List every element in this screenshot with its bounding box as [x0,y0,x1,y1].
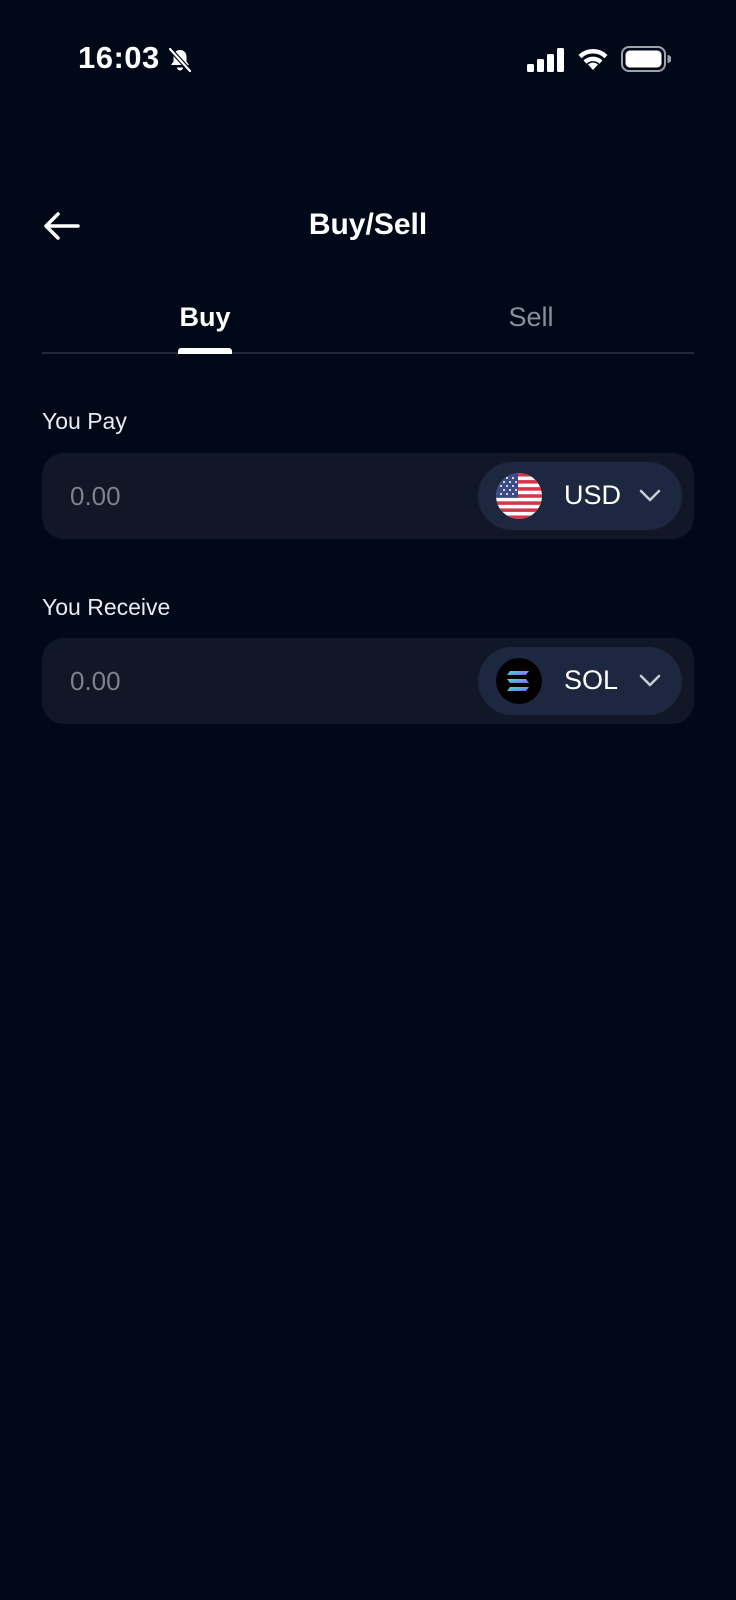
receive-amount-input[interactable] [70,660,450,702]
page-title: Buy/Sell [308,208,428,241]
us-flag-icon [496,473,542,519]
wifi-icon [578,48,608,70]
pay-currency-select[interactable]: USD [478,462,682,530]
pay-label: You Pay [42,408,127,434]
bell-off-icon [168,47,192,73]
pay-currency-code: USD [564,480,622,510]
buy-sell-tabs: Buy Sell [42,290,694,354]
tab-buy[interactable]: Buy [42,302,368,333]
pay-field: USD [42,453,694,539]
chevron-down-icon [639,674,661,687]
receive-field: SOL [42,638,694,724]
pay-amount-input[interactable] [70,475,450,517]
active-tab-indicator [178,348,232,354]
receive-currency-code: SOL [564,665,619,695]
battery-icon [621,46,671,72]
receive-currency-select[interactable]: SOL [478,647,682,715]
solana-icon [496,658,542,704]
status-time: 16:03 [78,40,160,75]
tab-sell[interactable]: Sell [368,302,694,333]
cellular-signal-icon [527,48,564,72]
receive-label: You Receive [42,594,171,620]
buy-sell-screen: 16:03 Buy/Sell Buy Sell You Pay 0.00 USD… [0,0,736,1600]
chevron-down-icon [639,489,661,502]
